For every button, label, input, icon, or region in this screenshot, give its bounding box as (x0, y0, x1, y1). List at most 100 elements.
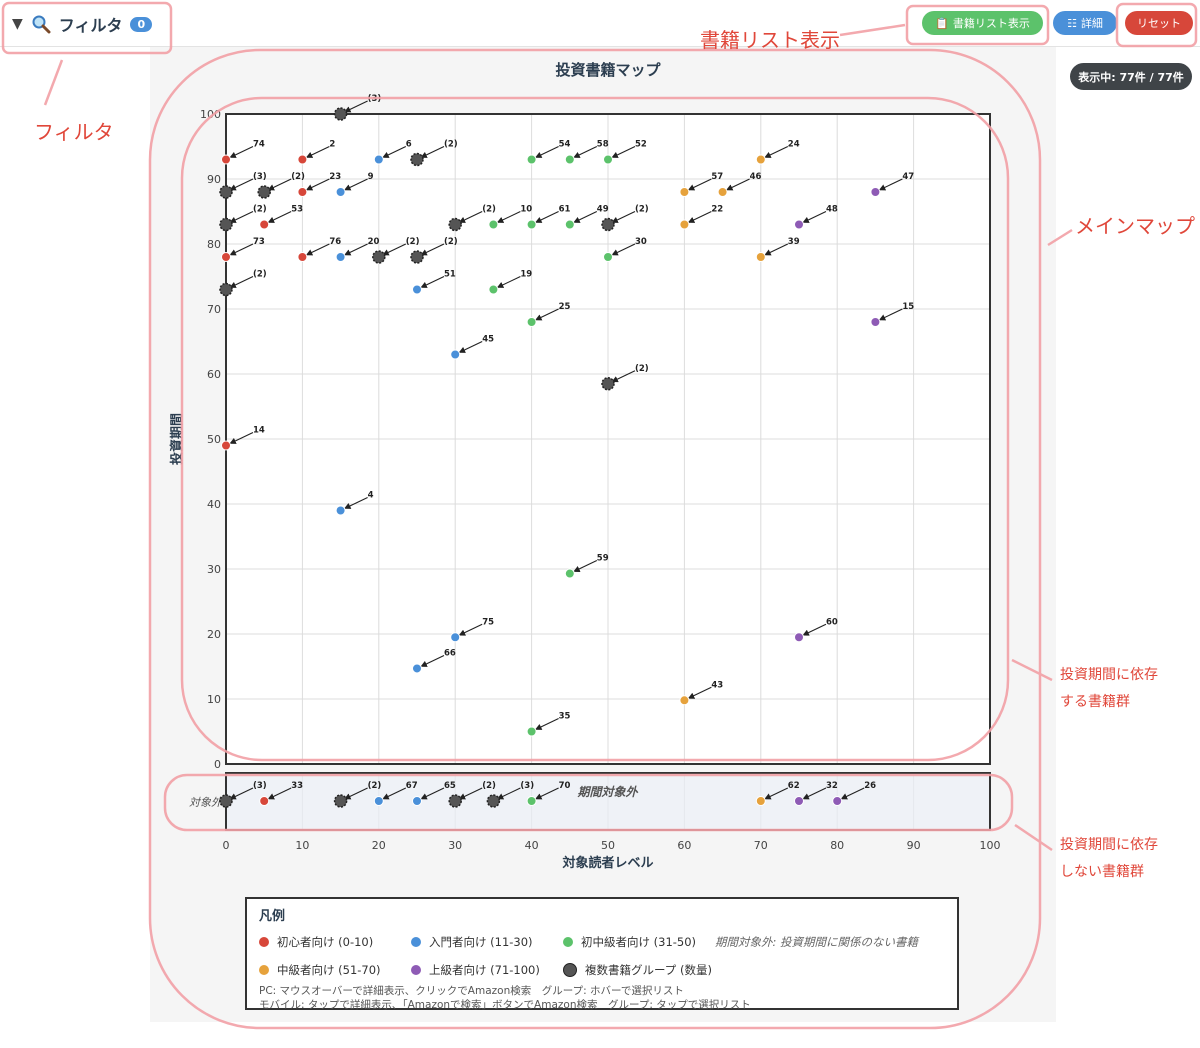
x-tick-label: 50 (601, 839, 615, 852)
point-label: 24 (788, 140, 800, 150)
book-marker (679, 187, 690, 197)
annotation-text-filter: フィルタ (34, 120, 114, 144)
book-marker (794, 796, 804, 806)
filter-toggle[interactable]: ▼ フィルタ 0 (12, 12, 153, 36)
book-marker (488, 219, 499, 230)
chart-title: 投資書籍マップ (555, 61, 661, 79)
y-tick-label: 30 (207, 563, 221, 576)
group-marker (333, 794, 348, 808)
legend-note-out-of-scope: 期間対象外: 投資期間に関係のない書籍 (715, 935, 919, 949)
book-marker (259, 796, 270, 806)
point-label: 47 (902, 172, 914, 182)
point-label: 30 (635, 237, 647, 247)
point-label: 74 (253, 140, 265, 150)
point-label: 39 (788, 237, 800, 247)
group-marker (219, 217, 233, 232)
book-marker (335, 252, 346, 262)
reset-button[interactable]: リセット (1125, 11, 1193, 35)
search-icon (32, 15, 51, 34)
x-tick-label: 40 (525, 839, 539, 852)
legend-item-beginner: 初心者向け (0-10) (259, 934, 411, 950)
annotation-text-dependent: 投資期間に依存 する書籍群 (1060, 662, 1158, 716)
x-tick-label: 20 (372, 839, 386, 852)
group-marker (410, 152, 424, 167)
legend-dot-beginner (259, 937, 269, 947)
detail-list-icon: ☷ (1067, 16, 1077, 30)
point-label: (2) (482, 205, 496, 215)
point-label: 75 (482, 617, 494, 627)
book-marker (221, 252, 231, 262)
annotation-text-dependent-line1: 投資期間に依存 (1060, 667, 1158, 683)
point-label: (3) (253, 781, 267, 791)
point-label: 65 (444, 781, 456, 791)
point-label: 61 (559, 205, 571, 215)
x-tick-label: 100 (980, 839, 1001, 852)
book-marker (794, 632, 804, 643)
point-label: 4 (368, 491, 374, 501)
legend-dot-group (563, 963, 577, 977)
y-axis-label: 投資期間 (169, 413, 185, 465)
clipboard-icon: 📋 (935, 16, 949, 30)
book-marker (412, 663, 422, 674)
book-marker (297, 154, 308, 165)
book-marker (259, 219, 270, 230)
investment-book-map-chart: 投資書籍マップ 0 10 20 30 40 50 60 70 80 90 100 0 10 20 30 40 50… (169, 61, 1001, 871)
legend-label-intro: 入門者向け (11-30) (429, 935, 533, 949)
point-label: (2) (444, 140, 458, 150)
point-label: (2) (253, 205, 267, 215)
y-tick-label: 10 (207, 693, 221, 706)
group-marker (486, 794, 501, 808)
point-label: 53 (291, 205, 303, 215)
filter-count-badge: 0 (130, 16, 153, 32)
legend-dot-intro (411, 937, 421, 947)
x-tick-label: 0 (223, 839, 230, 852)
point-label: 22 (711, 205, 723, 215)
detail-button[interactable]: ☷ 詳細 (1053, 11, 1117, 35)
legend-dot-advanced (411, 965, 421, 975)
book-marker (450, 349, 461, 360)
book-marker (564, 568, 575, 579)
annotation-text-dependent-line2: する書籍群 (1060, 694, 1130, 710)
legend-title: 凡例 (259, 909, 286, 924)
point-label: 10 (520, 205, 532, 215)
book-marker (679, 695, 690, 706)
x-tick-label: 10 (295, 839, 309, 852)
legend: 凡例 初心者向け (0-10) 入門者向け (11-30) 初中級者向け (31… (245, 897, 959, 1011)
y-tick-label: 50 (207, 433, 221, 446)
legend-item-mid: 中級者向け (51-70) (259, 962, 411, 978)
group-marker (372, 250, 386, 264)
group-marker (601, 377, 615, 391)
book-marker (488, 284, 499, 295)
out-of-scope-title: 期間対象外 (576, 785, 638, 799)
group-marker (333, 107, 348, 121)
group-marker (448, 217, 462, 232)
point-label: (3) (253, 172, 267, 182)
point-label: 62 (788, 781, 800, 791)
point-label: 23 (329, 172, 341, 182)
x-tick-label: 60 (677, 839, 691, 852)
point-leader-arrow (344, 100, 368, 113)
book-marker (335, 505, 346, 516)
point-label: 9 (368, 172, 374, 182)
y-tick-label: 90 (207, 173, 221, 186)
point-label: 45 (482, 335, 494, 345)
book-marker (717, 187, 728, 197)
book-marker (526, 317, 537, 327)
book-marker (564, 154, 575, 165)
annotation-text-independent: 投資期間に依存 しない書籍群 (1060, 832, 1158, 886)
group-marker (257, 185, 271, 199)
book-list-button[interactable]: 📋 書籍リスト表示 (922, 11, 1043, 35)
point-label: (2) (635, 364, 649, 374)
legend-label-beginner: 初心者向け (0-10) (277, 935, 374, 949)
point-label: 26 (864, 781, 876, 791)
collapse-triangle-icon: ▼ (12, 16, 23, 32)
point-label: 57 (711, 172, 723, 182)
legend-label-mid: 中級者向け (51-70) (277, 963, 381, 977)
point-label: 76 (329, 237, 341, 247)
book-marker (412, 796, 422, 806)
book-marker (679, 219, 690, 230)
point-label: 52 (635, 140, 647, 150)
point-label: 2 (329, 140, 335, 150)
point-label: 58 (597, 140, 609, 150)
legend-item-advanced: 上級者向け (71-100) (411, 962, 563, 978)
